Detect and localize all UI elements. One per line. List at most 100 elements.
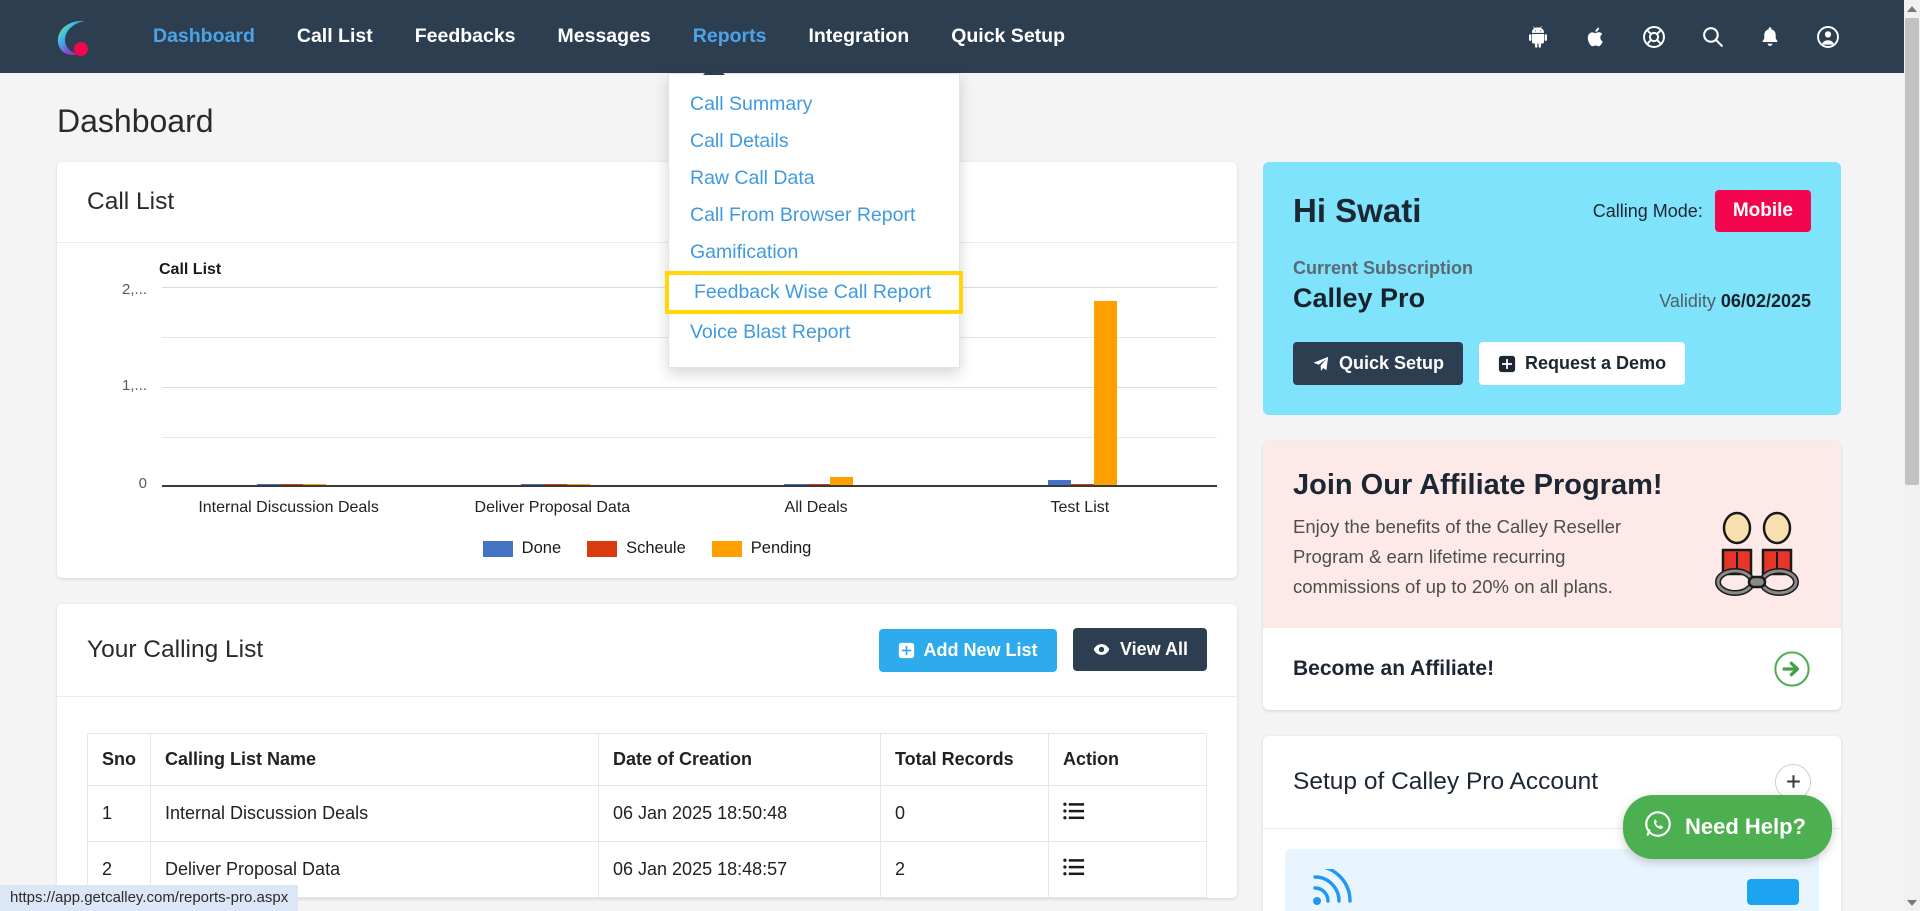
calley-logo-icon[interactable] (52, 14, 98, 60)
legend-item-done[interactable]: Done (482, 539, 562, 558)
chart-title: Call List (159, 261, 222, 278)
become-affiliate-link[interactable]: Become an Affiliate! (1293, 657, 1494, 681)
list-menu-icon[interactable] (1063, 857, 1086, 882)
dropdown-item-call-details[interactable]: Call Details (669, 123, 959, 160)
bar-pending[interactable] (1094, 301, 1118, 485)
cell-sno: 1 (87, 785, 151, 842)
dropdown-item-call-from-browser-report[interactable]: Call From Browser Report (669, 197, 959, 234)
col-header-records: Total Records (880, 733, 1049, 786)
legend-swatch-scheule (587, 540, 618, 557)
legend-swatch-pending (711, 540, 742, 557)
request-demo-label: Request a Demo (1525, 353, 1667, 373)
user-account-icon[interactable] (1814, 23, 1842, 51)
whatsapp-icon (1643, 809, 1673, 845)
col-header-action: Action (1048, 733, 1207, 786)
dropdown-item-call-summary[interactable]: Call Summary (669, 86, 959, 123)
search-icon[interactable] (1698, 23, 1726, 51)
chart-xtick-1: Deliver Proposal Data (474, 499, 631, 516)
page-scrollbar[interactable] (1904, 0, 1920, 911)
calling-list-table: Sno Calling List Name Date of Creation T… (87, 733, 1207, 898)
navbar-icons (1494, 23, 1842, 51)
need-help-fab[interactable]: Need Help? (1622, 795, 1832, 859)
legend-swatch-done (482, 540, 513, 557)
arrow-right-circle-icon[interactable] (1773, 650, 1811, 688)
quick-setup-button[interactable]: Quick Setup (1293, 342, 1464, 385)
view-all-label: View All (1119, 639, 1188, 659)
chart-x-tick-labels: Internal Discussion Deals Deliver Propos… (162, 499, 1217, 523)
nav-link-messages[interactable]: Messages (537, 0, 672, 73)
quick-setup-label: Quick Setup (1339, 353, 1445, 373)
bar-group-test-list[interactable] (1048, 301, 1118, 485)
legend-item-scheule[interactable]: Scheule (587, 539, 686, 558)
bar-pending[interactable] (830, 477, 854, 485)
chart-ytick-0: 0 (138, 475, 147, 492)
nav-link-reports[interactable]: Reports (672, 0, 788, 73)
chart-xtick-2: All Deals (784, 499, 848, 516)
plus-square-icon (1498, 355, 1516, 372)
setup-action-button[interactable] (1747, 879, 1799, 906)
paper-plane-icon (1313, 356, 1329, 371)
calling-mode-label: Calling Mode: (1592, 200, 1703, 221)
nav-link-dashboard[interactable]: Dashboard (132, 0, 276, 73)
status-bar-url: https://app.getcalley.com/reports-pro.as… (0, 885, 299, 911)
nav-link-call-list[interactable]: Call List (276, 0, 394, 73)
cell-action[interactable] (1048, 785, 1207, 842)
legend-label-pending: Pending (750, 539, 812, 557)
chart-legend: Done Scheule Pending (57, 539, 1237, 558)
calling-list-header: Your Calling List Add New List View All (57, 604, 1237, 697)
nav-link-quick-setup[interactable]: Quick Setup (930, 0, 1086, 73)
list-menu-icon[interactable] (1063, 801, 1086, 826)
table-header-row: Sno Calling List Name Date of Creation T… (87, 733, 1207, 786)
greeting-card: Hi Swati Calling Mode: Mobile Current Su… (1263, 162, 1841, 415)
calling-list-title: Your Calling List (87, 636, 264, 663)
cell-date: 06 Jan 2025 18:48:57 (598, 841, 881, 898)
legend-item-pending[interactable]: Pending (711, 539, 812, 558)
setup-card-title: Setup of Calley Pro Account (1293, 767, 1599, 795)
cell-records: 2 (880, 841, 1049, 898)
dropdown-item-gamification[interactable]: Gamification (669, 234, 959, 271)
chart-xtick-0: Internal Discussion Deals (198, 499, 379, 516)
add-new-list-button[interactable]: Add New List (878, 629, 1057, 672)
scroll-up-arrow[interactable] (1904, 0, 1920, 17)
your-calling-list-card: Your Calling List Add New List View All … (57, 604, 1237, 898)
bar-group-all-deals[interactable] (784, 477, 854, 485)
calling-list-actions: Add New List View All (878, 628, 1207, 672)
reports-dropdown-menu: Call Summary Call Details Raw Call Data … (665, 64, 963, 368)
dropdown-item-raw-call-data[interactable]: Raw Call Data (669, 160, 959, 197)
affiliate-description: Enjoy the benefits of the Calley Reselle… (1293, 516, 1622, 597)
table-row[interactable]: 1 Internal Discussion Deals 06 Jan 2025 … (87, 785, 1207, 842)
nav-link-feedbacks[interactable]: Feedbacks (394, 0, 537, 73)
legend-label-done: Done (521, 539, 562, 557)
dashboard-columns: Call List Call List 2,... 1,... 0 Intern… (57, 162, 1904, 911)
subscription-label: Current Subscription (1293, 258, 1474, 278)
lifebuoy-support-icon[interactable] (1640, 23, 1668, 51)
legend-label-scheule: Scheule (626, 539, 686, 557)
page-title: Dashboard (57, 103, 214, 139)
bell-notification-icon[interactable] (1756, 23, 1784, 51)
two-people-chain-icon (1707, 469, 1811, 602)
call-list-card-title: Call List (87, 188, 175, 215)
validity-value: 06/02/2025 (1720, 291, 1811, 311)
top-navbar: Dashboard Call List Feedbacks Messages R… (0, 0, 1904, 73)
calling-mode-badge[interactable]: Mobile (1714, 190, 1811, 232)
chart-ytick-1: 1,... (121, 377, 147, 394)
affiliate-banner: Join Our Affiliate Program! Enjoy the be… (1263, 441, 1841, 628)
view-all-button[interactable]: View All (1072, 628, 1207, 671)
plus-square-icon (898, 642, 914, 659)
cell-action[interactable] (1048, 841, 1207, 898)
need-help-label: Need Help? (1684, 814, 1806, 839)
cell-date: 06 Jan 2025 18:50:48 (598, 785, 881, 842)
apple-icon[interactable] (1582, 23, 1610, 51)
dropdown-item-feedback-wise-call-report[interactable]: Feedback Wise Call Report (665, 271, 963, 314)
subscription-plan: Calley Pro (1293, 283, 1426, 313)
col-header-sno: Sno (87, 733, 151, 786)
request-demo-button[interactable]: Request a Demo (1479, 342, 1686, 385)
affiliate-footer: Become an Affiliate! (1263, 628, 1841, 710)
dropdown-item-voice-blast-report[interactable]: Voice Blast Report (669, 314, 959, 351)
scrollbar-thumb[interactable] (1905, 18, 1919, 485)
nav-link-integration[interactable]: Integration (787, 0, 930, 73)
scroll-down-arrow[interactable] (1904, 894, 1920, 911)
nav-links: Dashboard Call List Feedbacks Messages R… (132, 0, 1086, 73)
chart-xtick-3: Test List (1050, 499, 1110, 516)
android-icon[interactable] (1524, 23, 1552, 51)
